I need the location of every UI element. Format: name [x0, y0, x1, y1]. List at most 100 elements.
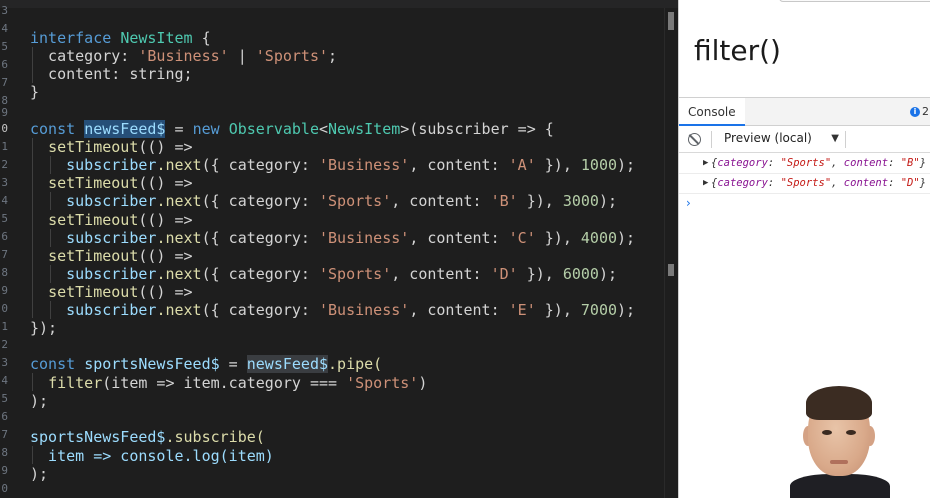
code-token: ({ category:	[201, 192, 319, 210]
string-literal: 'Business'	[319, 229, 410, 247]
code-line: subscriber.next({ category: 'Sports', co…	[30, 265, 617, 284]
line-number: 2	[1, 338, 8, 351]
code-token: (() =>	[138, 174, 193, 192]
code-line: setTimeout(() =>	[30, 283, 193, 302]
tab-console[interactable]: Console	[679, 98, 745, 126]
line-number: 4	[1, 194, 8, 207]
code-line: category: 'Business' | 'Sports';	[30, 47, 337, 66]
caret-down-icon: ▼	[831, 133, 839, 144]
function-name: setTimeout	[48, 174, 139, 192]
code-line: subscriber.next({ category: 'Business', …	[30, 301, 635, 320]
play-icon[interactable]	[884, 438, 926, 480]
function-name: .pipe(	[328, 355, 383, 373]
code-token: }),	[535, 156, 581, 174]
variable: sportsNewsFeed$	[30, 428, 166, 446]
object-value: "Sports"	[780, 177, 832, 189]
line-number: 1	[1, 140, 8, 153]
string-literal: 'Sports'	[255, 47, 329, 65]
console-log-entry[interactable]: ▶ {category: "Sports", content: "B"}	[679, 154, 930, 174]
devtools-tabbar: Console i2	[679, 98, 930, 126]
type-name: NewsItem	[328, 120, 401, 138]
line-number: 9	[1, 106, 8, 119]
context-select[interactable]: Preview (local) ▼	[724, 131, 839, 149]
variable: subscriber	[66, 192, 157, 210]
function-name: setTimeout	[48, 211, 139, 229]
code-token: <	[319, 120, 329, 138]
editor-tab-strip	[0, 0, 678, 8]
line-number: 5	[1, 40, 8, 53]
object-colon: :	[767, 177, 781, 189]
object-colon: :	[888, 177, 901, 189]
variable-highlighted: newsFeed$	[246, 355, 329, 373]
issues-counter[interactable]: i2	[910, 105, 929, 118]
code-token: )	[418, 374, 428, 392]
code-token: (() =>	[138, 211, 193, 229]
string-literal: 'A'	[508, 156, 536, 174]
expand-triangle-icon[interactable]: ▶	[703, 154, 708, 173]
string-literal: 'C'	[508, 229, 536, 247]
console-log-entry[interactable]: ▶ {category: "Sports", content: "D"}	[679, 174, 930, 194]
string-literal: 'Sports'	[319, 192, 392, 210]
number-literal: 6000	[562, 265, 599, 283]
function-name: .subscribe(	[165, 428, 265, 446]
code-line: subscriber.next({ category: 'Business', …	[30, 229, 635, 248]
code-line: setTimeout(() =>	[30, 211, 193, 230]
code-line: const newsFeed$ = new Observable<NewsIte…	[30, 120, 554, 139]
string-literal: 'B'	[490, 192, 518, 210]
line-number: 0	[1, 482, 8, 495]
code-line: const sportsNewsFeed$ = newsFeed$.pipe(	[30, 355, 382, 374]
string-literal: 'D'	[490, 265, 518, 283]
code-token: (() =>	[138, 283, 193, 301]
code-token: }),	[535, 229, 581, 247]
context-select-value: Preview (local)	[724, 131, 812, 145]
line-number: 1	[1, 320, 8, 333]
code-token: (() =>	[138, 138, 193, 156]
string-literal: 'Business'	[319, 156, 410, 174]
keyword: interface	[30, 29, 112, 47]
code-token: ;	[328, 47, 338, 65]
string-literal: 'E'	[508, 301, 536, 319]
object-colon: :	[888, 157, 901, 169]
code-token: ({ category:	[201, 301, 319, 319]
object-key: category	[717, 157, 768, 169]
code-line: );	[30, 465, 49, 483]
code-token: }),	[517, 192, 563, 210]
code-token: category:	[30, 47, 139, 65]
code-token: =	[219, 355, 247, 373]
code-line: });	[30, 319, 58, 337]
object-key: content	[843, 157, 889, 169]
function-name: .next	[156, 301, 202, 319]
line-number: 6	[1, 410, 8, 423]
console-prompt-icon[interactable]: ›	[686, 196, 691, 210]
string-literal: 'Sports'	[346, 374, 419, 392]
watermark-icon	[895, 428, 915, 438]
line-number: 3	[1, 356, 8, 369]
line-number-gutter: 3 4 5 6 7 8 9 0 1 2 3 4 5 6 7 8 9 0 1 2 …	[0, 0, 14, 498]
code-token: (() =>	[138, 247, 193, 265]
string-literal: 'Business'	[138, 47, 229, 65]
code-editor[interactable]: 3 4 5 6 7 8 9 0 1 2 3 4 5 6 7 8 9 0 1 2 …	[0, 0, 678, 498]
function-name: .next	[156, 229, 202, 247]
presenter-shirt	[790, 474, 890, 498]
info-icon: i	[910, 107, 920, 117]
code-token: );	[598, 192, 618, 210]
line-number: 9	[1, 284, 8, 297]
clear-console-icon[interactable]	[688, 133, 701, 146]
number-literal: 3000	[562, 192, 599, 210]
type-name: Observable	[228, 120, 319, 138]
presenter-video	[790, 378, 890, 498]
type-name: NewsItem	[120, 29, 193, 47]
presenter-mouth	[830, 460, 848, 464]
expand-triangle-icon[interactable]: ▶	[703, 174, 708, 193]
code-token: ({ category:	[201, 265, 319, 283]
variable: subscriber	[66, 265, 157, 283]
number-literal: 4000	[580, 229, 618, 247]
string-literal: 'Business'	[319, 301, 410, 319]
variable: sportsNewsFeed$	[84, 355, 220, 373]
presenter-eye	[822, 430, 832, 435]
number-literal: 7000	[580, 301, 618, 319]
code-token: |	[228, 47, 256, 65]
vertical-scrollbar[interactable]	[664, 8, 678, 498]
address-bar[interactable]	[779, 0, 930, 2]
code-token: );	[598, 265, 618, 283]
